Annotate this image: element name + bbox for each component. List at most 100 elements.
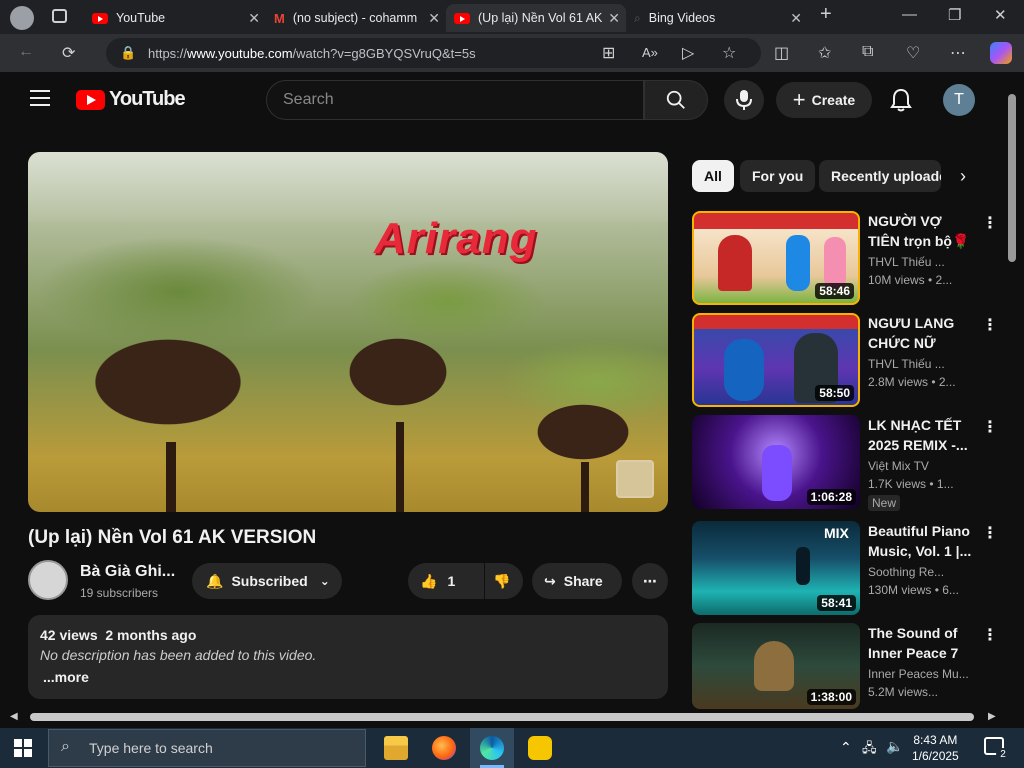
recommendation-item[interactable]: 1:38:00 The Sound of Inner Peace 7 ... I…: [692, 623, 1012, 709]
close-window-button[interactable]: ✕: [994, 6, 1007, 24]
taskbar-clock[interactable]: 8:43 AM 1/6/2025: [912, 732, 959, 764]
recommendation-channel[interactable]: Inner Peaces Mu...: [868, 667, 978, 681]
recommendation-item[interactable]: 58:46 NGƯỜI VỢ TIÊN trọn bộ🌹🌷C... THVL T…: [692, 211, 1012, 307]
recommendation-item[interactable]: MIX 58:41 Beautiful Piano Music, Vol. 1 …: [692, 521, 1012, 617]
like-button[interactable]: 👍 1: [408, 563, 484, 599]
video-thumbnail[interactable]: 1:06:28: [692, 415, 860, 509]
recommendation-channel[interactable]: Việt Mix TV: [868, 459, 978, 473]
tab-youtube[interactable]: YouTube ✕: [84, 4, 266, 32]
chip-all[interactable]: All: [692, 160, 734, 192]
recommendation-title[interactable]: NGƯU LANG CHỨC NỮ Trọ...: [868, 313, 972, 353]
channel-avatar[interactable]: [28, 560, 68, 600]
chip-label: All: [704, 168, 722, 184]
minimize-button[interactable]: —: [902, 6, 917, 23]
subscribed-button[interactable]: 🔔 Subscribed ⌄: [192, 563, 342, 599]
chevron-right-icon[interactable]: ›: [960, 166, 966, 187]
duration-badge: 1:06:28: [806, 489, 856, 505]
scrollbar-thumb[interactable]: [30, 713, 974, 721]
performance-icon[interactable]: ♡: [906, 43, 920, 63]
tab-bing-videos[interactable]: ⌕ Bing Videos ✕: [626, 4, 808, 32]
scrollbar-thumb[interactable]: [1008, 94, 1016, 262]
windows-start-icon[interactable]: [14, 739, 32, 757]
more-vertical-icon[interactable]: ⋮: [982, 625, 998, 645]
recommendation-title[interactable]: Beautiful Piano Music, Vol. 1 |...: [868, 521, 972, 561]
profile-icon[interactable]: [10, 6, 34, 30]
chip-for-you[interactable]: For you: [740, 160, 816, 192]
show-more-button[interactable]: ...more: [43, 669, 656, 685]
more-vertical-icon[interactable]: ⋮: [982, 523, 998, 543]
video-thumbnail[interactable]: 58:46: [692, 211, 860, 305]
app-icon[interactable]: [528, 736, 552, 760]
more-icon[interactable]: ⋯: [950, 43, 966, 63]
search-button[interactable]: [644, 80, 708, 120]
maximize-button[interactable]: ❐: [948, 6, 961, 24]
more-actions-button[interactable]: ⋯: [632, 563, 668, 599]
like-count: 1: [447, 573, 456, 589]
horizontal-scrollbar[interactable]: ◀ ▶: [4, 710, 1006, 724]
create-button[interactable]: + Create: [776, 82, 872, 118]
favorite-star-icon[interactable]: ☆: [722, 43, 736, 63]
youtube-logo[interactable]: YouTube: [76, 88, 186, 111]
tab-actions-icon[interactable]: [52, 9, 67, 23]
refresh-icon[interactable]: ⟳: [62, 43, 75, 63]
url-host: www.youtube.com: [187, 45, 293, 61]
scroll-left-arrow[interactable]: ◀: [10, 711, 18, 722]
chevron-up-icon[interactable]: ⌃: [840, 739, 852, 756]
search-input[interactable]: Search: [266, 80, 644, 120]
recommendation-item[interactable]: 1:06:28 LK NHẠC TẾT 2025 REMIX -... Việt…: [692, 415, 1012, 511]
tab-current-video[interactable]: (Up lại) Nền Vol 61 AK ✕: [446, 4, 626, 32]
dislike-button[interactable]: 👎: [485, 563, 523, 599]
recommendation-item[interactable]: 58:50 NGƯU LANG CHỨC NỮ Trọ... THVL Thiế…: [692, 313, 1012, 409]
video-icon[interactable]: ▷: [682, 43, 694, 63]
split-screen-icon[interactable]: ◫: [774, 43, 789, 63]
more-vertical-icon[interactable]: ⋮: [982, 417, 998, 437]
video-player[interactable]: Arirang: [28, 152, 668, 512]
watermark-text: Arirang: [374, 214, 538, 263]
channel-name[interactable]: Bà Già Ghi...: [80, 563, 175, 581]
recommendation-views: 1.7K views • 1...: [868, 477, 954, 491]
network-icon[interactable]: 🖧: [862, 739, 877, 761]
video-thumbnail[interactable]: MIX 58:41: [692, 521, 860, 615]
recommendation-channel[interactable]: THVL Thiếu ...: [868, 255, 978, 269]
more-vertical-icon[interactable]: ⋮: [982, 315, 998, 335]
url-field[interactable]: 🔒 https://www.youtube.com/watch?v=g8GBYQ…: [106, 38, 761, 68]
close-icon[interactable]: ✕: [608, 10, 620, 27]
thumbs-down-icon: 👎: [493, 572, 511, 589]
recommendation-channel[interactable]: THVL Thiếu ...: [868, 357, 978, 371]
app-available-icon[interactable]: ⊞: [602, 43, 615, 63]
thumbnail-figure: [824, 237, 846, 289]
account-avatar[interactable]: T: [943, 84, 975, 116]
file-explorer-icon[interactable]: [384, 736, 408, 760]
tab-gmail[interactable]: M (no subject) - cohamm ✕: [266, 4, 446, 32]
back-icon[interactable]: ←: [18, 43, 34, 61]
read-aloud-icon[interactable]: A»: [642, 45, 658, 60]
thumbnail-figure: [718, 235, 752, 291]
scroll-right-arrow[interactable]: ▶: [988, 711, 996, 722]
video-thumbnail[interactable]: 1:38:00: [692, 623, 860, 709]
new-tab-button[interactable]: +: [820, 3, 832, 26]
share-button[interactable]: ↪ Share: [532, 563, 622, 599]
collections-icon[interactable]: ⧉: [862, 43, 873, 61]
firefox-icon[interactable]: [432, 736, 456, 760]
recommendation-title[interactable]: LK NHẠC TẾT 2025 REMIX -...: [868, 415, 972, 455]
voice-search-button[interactable]: [724, 80, 764, 120]
close-icon[interactable]: ✕: [790, 10, 802, 27]
recommendation-title[interactable]: The Sound of Inner Peace 7 ...: [868, 623, 972, 663]
more-vertical-icon[interactable]: ⋮: [982, 213, 998, 233]
close-icon[interactable]: ✕: [428, 10, 440, 27]
recommendation-title[interactable]: NGƯỜI VỢ TIÊN trọn bộ🌹🌷C...: [868, 211, 972, 251]
video-thumbnail[interactable]: 58:50: [692, 313, 860, 407]
favorites-icon[interactable]: ✩: [818, 43, 831, 63]
close-icon[interactable]: ✕: [248, 10, 260, 27]
notifications-bell-icon[interactable]: [890, 88, 912, 117]
copilot-icon[interactable]: [990, 42, 1012, 64]
volume-icon[interactable]: 🔈: [886, 738, 903, 755]
vertical-scrollbar[interactable]: [1006, 72, 1018, 712]
description-box[interactable]: 42 views 2 months ago No description has…: [28, 615, 668, 699]
edge-icon[interactable]: [480, 736, 504, 760]
recommendation-channel[interactable]: Soothing Re...: [868, 565, 978, 579]
taskbar-search-input[interactable]: ⌕ Type here to search: [48, 729, 366, 767]
chip-recently-uploaded[interactable]: Recently uploade: [819, 160, 941, 192]
hamburger-menu-icon[interactable]: [30, 90, 50, 106]
address-bar-row: ← ⟳ 🔒 https://www.youtube.com/watch?v=g8…: [0, 34, 1024, 72]
